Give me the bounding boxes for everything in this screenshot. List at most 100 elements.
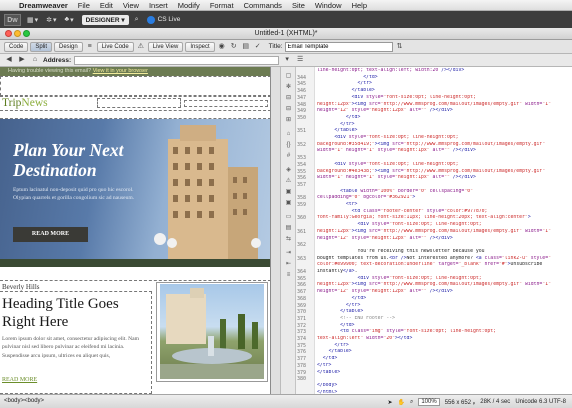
apply-comment-icon[interactable]: ▣ [284, 189, 293, 196]
zoom-select[interactable]: 100% [418, 398, 440, 406]
design-view-button[interactable]: Design [54, 41, 83, 52]
wrap-tag-icon[interactable]: ▭ [284, 214, 293, 221]
title-input[interactable] [284, 41, 393, 52]
address-input[interactable] [74, 55, 280, 65]
browse-icon[interactable]: ▾ [282, 55, 292, 65]
code-line[interactable]: </body> [317, 383, 570, 389]
code-line[interactable]: </td> [317, 296, 570, 302]
menu-view[interactable]: View [118, 0, 144, 11]
options-icon[interactable]: ≡ [85, 42, 95, 52]
file-management-icon[interactable]: ⇅ [395, 42, 405, 52]
code-line[interactable]: height:12px"><img src="http://www.mmspro… [317, 229, 570, 235]
balance-braces-icon[interactable]: {} [284, 142, 293, 149]
code-line[interactable]: </tr> [317, 343, 570, 349]
code-line[interactable]: </tr> [317, 122, 570, 128]
menu-insert[interactable]: Insert [144, 0, 173, 11]
code-line[interactable]: </td> [317, 75, 570, 81]
code-line[interactable]: width="1" height="1" style="height:1px" … [317, 148, 570, 154]
select-tool-icon[interactable]: ➤ [387, 399, 392, 406]
code-line[interactable]: height="12" style="height:12px" alt="" /… [317, 236, 570, 242]
code-line[interactable]: width="1" height="1" style="height:1px" … [317, 175, 570, 181]
code-line[interactable]: </table> [317, 349, 570, 355]
code-line[interactable]: instantly</a>. [317, 269, 570, 275]
code-line[interactable]: </tr> [317, 363, 570, 369]
code-line[interactable]: </td> [317, 356, 570, 362]
preview-browser-icon[interactable]: ◉ [217, 42, 227, 52]
close-window-button[interactable] [5, 30, 12, 37]
show-code-navigator-icon[interactable]: ✻ [284, 84, 293, 91]
menu-window[interactable]: Window [310, 0, 347, 11]
code-line[interactable]: <table width="100%" border="0" cellspaci… [317, 189, 570, 195]
article-read-more-link[interactable]: READ MORE [2, 377, 37, 383]
highlight-invalid-code-icon[interactable]: ◈ [284, 167, 293, 174]
indent-code-icon[interactable]: ⇥ [284, 250, 293, 257]
line-numbers-icon[interactable]: # [284, 153, 293, 160]
remove-comment-icon[interactable]: ▣ [284, 200, 293, 207]
live-code-button[interactable]: Live Code [96, 41, 134, 52]
code-line[interactable]: color:#e99900; text-decoration:underline… [317, 262, 570, 268]
zoom-window-button[interactable] [23, 30, 30, 37]
cs-live-button[interactable]: CS Live [146, 15, 180, 24]
check-page-icon[interactable]: ✓ [253, 42, 263, 52]
code-line[interactable]: background:#35d419;"><img src="http://ww… [317, 142, 570, 148]
code-line[interactable]: <tr> [317, 202, 570, 208]
code-line[interactable]: </table> [317, 128, 570, 134]
menu-help[interactable]: Help [347, 0, 372, 11]
minimize-window-button[interactable] [14, 30, 21, 37]
view-in-browser-link[interactable]: View it in your browser [93, 68, 148, 74]
code-line[interactable]: line-height:0pt; text-align:left; width:… [317, 68, 570, 74]
window-size[interactable]: 556 x 652 ₚ [445, 399, 476, 406]
code-line[interactable]: </table> [317, 370, 570, 376]
code-line[interactable]: </tr> [317, 81, 570, 87]
code-line[interactable]: </table> [317, 309, 570, 315]
move-css-icon[interactable]: ⇆ [284, 236, 293, 243]
visual-aids-icon[interactable]: ▤ [241, 42, 251, 52]
format-source-code-icon[interactable]: ≡ [284, 272, 293, 279]
code-line[interactable]: </td> [317, 323, 570, 329]
expand-all-icon[interactable]: ⊞ [284, 117, 293, 124]
code-line[interactable]: <td class="footer-center" style="color:#… [317, 209, 570, 215]
code-line[interactable]: background:#4e3438;"><img src="http://ww… [317, 169, 570, 175]
code-line[interactable]: text-align:left" width="20"></td> [317, 336, 570, 342]
split-view-button[interactable]: Split [30, 41, 53, 52]
design-view[interactable]: Having trouble viewing this email? View … [0, 67, 271, 394]
back-icon[interactable]: ◀ [4, 55, 14, 65]
code-line[interactable]: height:12px"><img src="http://www.mmspro… [317, 282, 570, 288]
search-button[interactable]: ⌕ [135, 16, 139, 24]
code-line[interactable]: height:12px"><img src="http://www.mmspro… [317, 102, 570, 108]
code-line[interactable]: height="12" style="height:12px" alt="" /… [317, 108, 570, 114]
code-line[interactable]: font-family:Georgia; font-size:11px; lin… [317, 215, 570, 221]
syntax-error-alerts-icon[interactable]: ⚠ [284, 178, 293, 185]
hand-tool-icon[interactable]: ✋ [397, 399, 404, 406]
recent-snippets-icon[interactable]: ▤ [284, 225, 293, 232]
menu-site[interactable]: Site [287, 0, 310, 11]
code-line[interactable]: <div style="font-size:0pt; line-height:0… [317, 276, 570, 282]
code-line[interactable]: <div style="font-size:0pt; line-height:0… [317, 135, 570, 141]
code-line[interactable]: <div style="font-size:0pt; line-height:0… [317, 95, 570, 101]
code-view[interactable]: 344 345 346 347 348 349 350 351 352 353 354 355 356 3… [296, 67, 572, 394]
hero-read-more-button[interactable]: READ MORE [13, 227, 88, 242]
menu-edit[interactable]: Edit [95, 0, 118, 11]
forward-icon[interactable]: ▶ [17, 55, 27, 65]
menu-modify[interactable]: Modify [173, 0, 205, 11]
tag-selector[interactable]: <body><body> [4, 398, 44, 404]
code-line[interactable]: <!-- END Footer --> [317, 316, 570, 322]
collapse-tag-icon[interactable]: ⊟ [284, 95, 293, 102]
extend-menu-button[interactable]: ✲ ▾ [46, 16, 56, 24]
layout-menu-button[interactable]: ▦ ▾ [27, 16, 38, 24]
workspace-switcher[interactable]: DESIGNER ▾ [81, 14, 129, 25]
live-view-button[interactable]: Live View [147, 41, 184, 52]
menu-commands[interactable]: Commands [239, 0, 287, 11]
menu-format[interactable]: Format [205, 0, 239, 11]
outdent-code-icon[interactable]: ⇤ [284, 261, 293, 268]
code-line[interactable]: <div style="font-size:0pt; line-height:0… [317, 162, 570, 168]
home-icon[interactable]: ⌂ [30, 55, 40, 65]
inspect-button[interactable]: Inspect [185, 41, 215, 52]
code-line[interactable]: </tr> [317, 303, 570, 309]
menu-app[interactable]: Dreamweaver [14, 0, 73, 11]
pane-splitter[interactable] [271, 67, 281, 394]
code-line[interactable]: </td> [317, 115, 570, 121]
warning-icon[interactable]: ⚠ [136, 42, 146, 52]
code-line[interactable]: </table> [317, 88, 570, 94]
code-line[interactable]: bought templates from us.<br />Not inter… [317, 256, 570, 262]
